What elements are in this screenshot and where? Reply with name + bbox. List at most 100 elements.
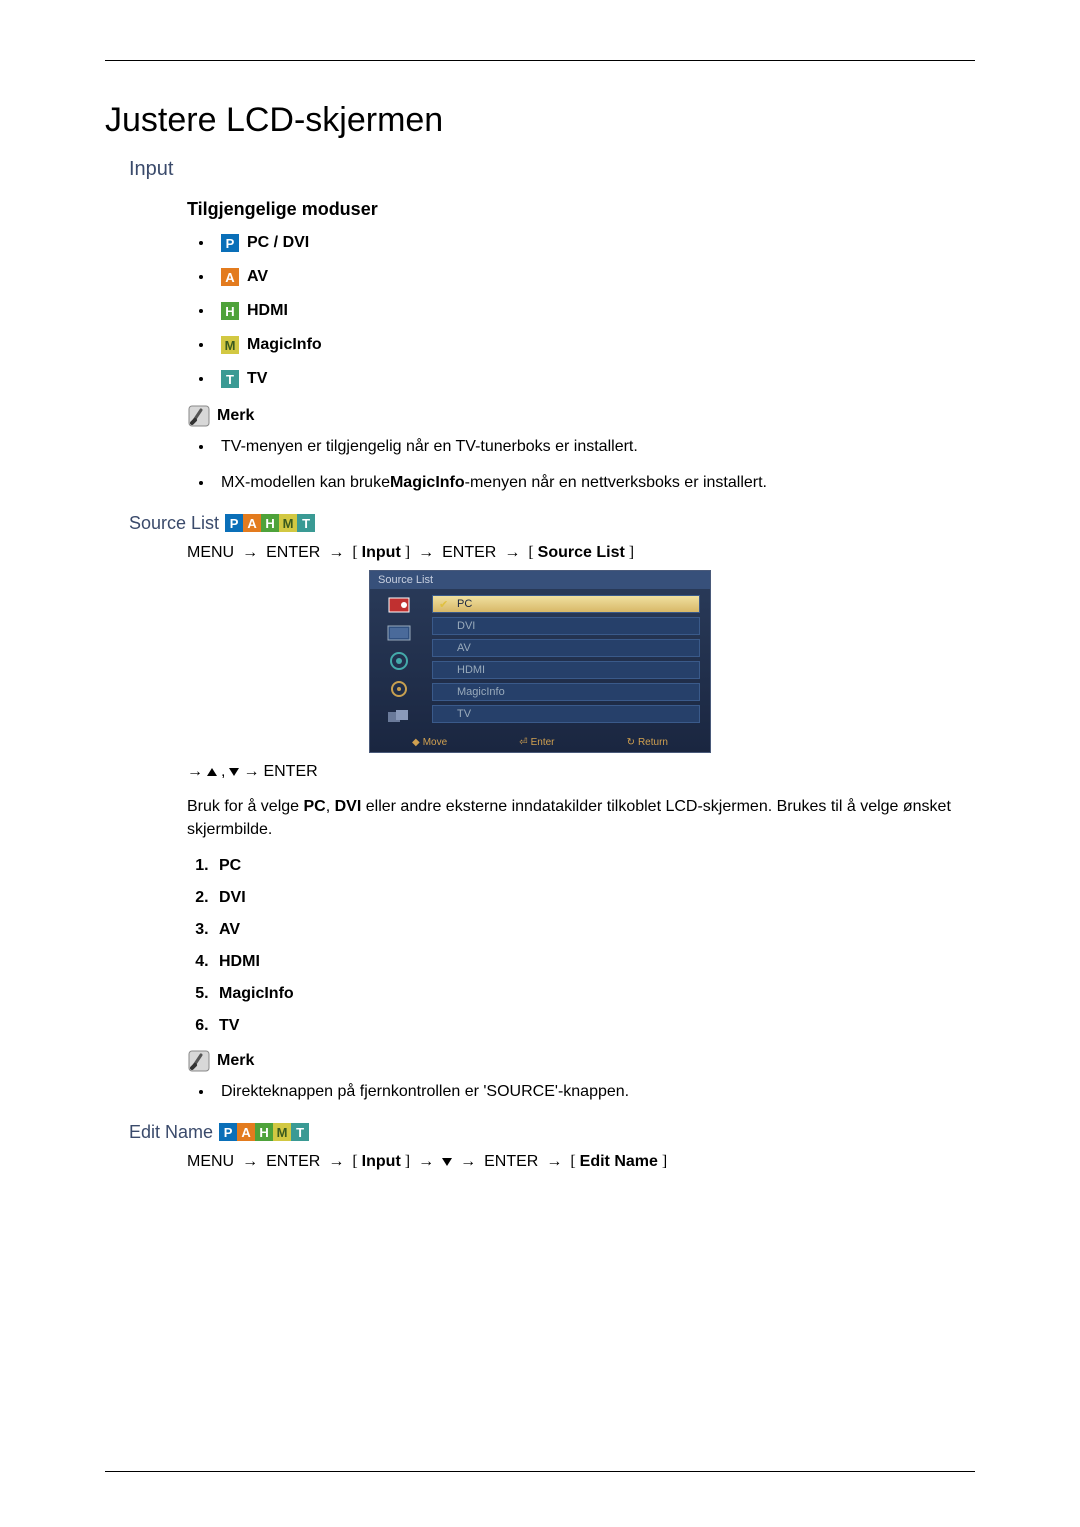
osd-footer: ◆Move ⏎Enter ↻Return [370,733,710,752]
osd-footer-move: ◆Move [412,737,447,748]
osd-row-pc: ✔PC [432,595,700,613]
note-heading: Merk [187,404,975,428]
note-bullet-item: TV-menyen er tilgjengelig når en TV-tune… [199,436,975,458]
arrow-right-icon: → [187,763,203,781]
note-label: Merk [217,407,254,425]
osd-side-picture-icon [384,623,414,643]
section-input-heading: Input [129,158,975,181]
mode-item-pc: P PC / DVI [199,234,975,252]
return-icon: ↻ [627,737,635,748]
source-list-paragraph: Bruk for å velge PC, DVI eller andre eks… [187,795,975,841]
note-text: Direkteknappen på fjernkontrollen er 'SO… [221,1081,629,1103]
osd-sidebar [370,589,428,733]
list-item: MagicInfo [213,985,975,1003]
mode-badge-m-icon: M [279,514,297,532]
bullet-dot [199,377,203,381]
bottom-rule [105,1471,975,1472]
osd-footer-return: ↻Return [627,737,668,748]
mode-badge-h-icon: H [255,1123,273,1141]
mode-item-hdmi: H HDMI [199,302,975,320]
triangle-up-icon [207,768,217,776]
osd-side-multi-icon [384,707,414,727]
diamond-icon: ◆ [412,737,420,748]
post-osd-nav: → , → ENTER [187,763,975,781]
source-numbered-list: PC DVI AV HDMI MagicInfo TV [187,857,975,1035]
page-title: Justere LCD-skjermen [105,101,975,140]
mode-item-av: A AV [199,268,975,286]
mode-badge-h-icon: H [221,302,239,320]
note-text: MX-modellen kan brukeMagicInfo-menyen nå… [221,472,767,494]
mode-label: HDMI [247,302,288,320]
list-item: DVI [213,889,975,907]
mode-badge-p-icon: P [221,234,239,252]
bullet-dot [199,343,203,347]
source-list-title: Source List [129,513,219,534]
mode-item-tv: T TV [199,370,975,388]
osd-main: ✔PC DVI AV HDMI MagicInfo TV [428,589,710,733]
note-bullets-2: Direkteknappen på fjernkontrollen er 'SO… [199,1081,975,1103]
arrow-right-icon: → [460,1153,476,1171]
mode-badge-t-icon: T [297,514,315,532]
mode-badge-t-icon: T [291,1123,309,1141]
list-item: PC [213,857,975,875]
mode-label: PC / DVI [247,234,309,252]
source-list-nav-path: MENU → ENTER → [Input] → ENTER → [Source… [187,544,975,562]
note-text: TV-menyen er tilgjengelig når en TV-tune… [221,436,638,458]
note-bullet-item: Direkteknappen på fjernkontrollen er 'SO… [199,1081,975,1103]
page: Justere LCD-skjermen Input Tilgjengelige… [0,0,1080,1527]
osd-row-dvi: DVI [432,617,700,635]
osd-title: Source List [370,571,710,589]
note-label: Merk [217,1052,254,1070]
arrow-right-icon: → [328,544,344,562]
bullet-dot [199,241,203,245]
top-rule [105,60,975,61]
note-bullets: TV-menyen er tilgjengelig når en TV-tune… [199,436,975,495]
bullet-dot [199,481,203,485]
triangle-down-icon [229,768,239,776]
list-item: HDMI [213,953,975,971]
mode-badge-m-icon: M [273,1123,291,1141]
modes-list: P PC / DVI A AV H HDMI M MagicInfo T TV [199,234,975,388]
arrow-right-icon: → [328,1153,344,1171]
arrow-right-icon: → [242,1153,258,1171]
triangle-down-icon [442,1158,452,1166]
mode-label: MagicInfo [247,336,322,354]
osd-row-hdmi: HDMI [432,661,700,679]
bullet-dot [199,1090,203,1094]
section-source-list-heading: Source List P A H M T [129,513,975,534]
osd-row-av: AV [432,639,700,657]
modes-heading: Tilgjengelige moduser [187,199,975,220]
note-bullet-item: MX-modellen kan brukeMagicInfo-menyen nå… [199,472,975,494]
section-edit-name-heading: Edit Name P A H M T [129,1122,975,1143]
mode-label: TV [247,370,267,388]
arrow-right-icon: → [546,1153,562,1171]
list-item: TV [213,1017,975,1035]
bullet-dot [199,445,203,449]
arrow-right-icon: → [243,763,259,781]
osd-side-setup-icon [384,679,414,699]
mode-item-magicinfo: M MagicInfo [199,336,975,354]
mode-badge-p-icon: P [219,1123,237,1141]
mode-label: AV [247,268,268,286]
osd-row-magicinfo: MagicInfo [432,683,700,701]
mode-badge-a-icon: A [243,514,261,532]
badge-row: P A H M T [225,514,315,532]
mode-badge-p-icon: P [225,514,243,532]
mode-badge-h-icon: H [261,514,279,532]
check-icon: ✔ [439,599,451,611]
mode-badge-a-icon: A [221,268,239,286]
osd-side-sound-icon [384,651,414,671]
bullet-dot [199,275,203,279]
arrow-right-icon: → [504,544,520,562]
arrow-right-icon: → [418,1153,434,1171]
note-heading-2: Merk [187,1049,975,1073]
edit-name-title: Edit Name [129,1122,213,1143]
enter-icon: ⏎ [519,737,527,748]
osd-screenshot: Source List ✔PC [369,570,711,753]
osd-row-tv: TV [432,705,700,723]
arrow-right-icon: → [242,544,258,562]
osd-side-input-icon [384,595,414,615]
mode-badge-m-icon: M [221,336,239,354]
edit-name-nav-path: MENU → ENTER → [Input] → → ENTER → [Edit… [187,1153,975,1171]
note-icon [187,1049,211,1073]
